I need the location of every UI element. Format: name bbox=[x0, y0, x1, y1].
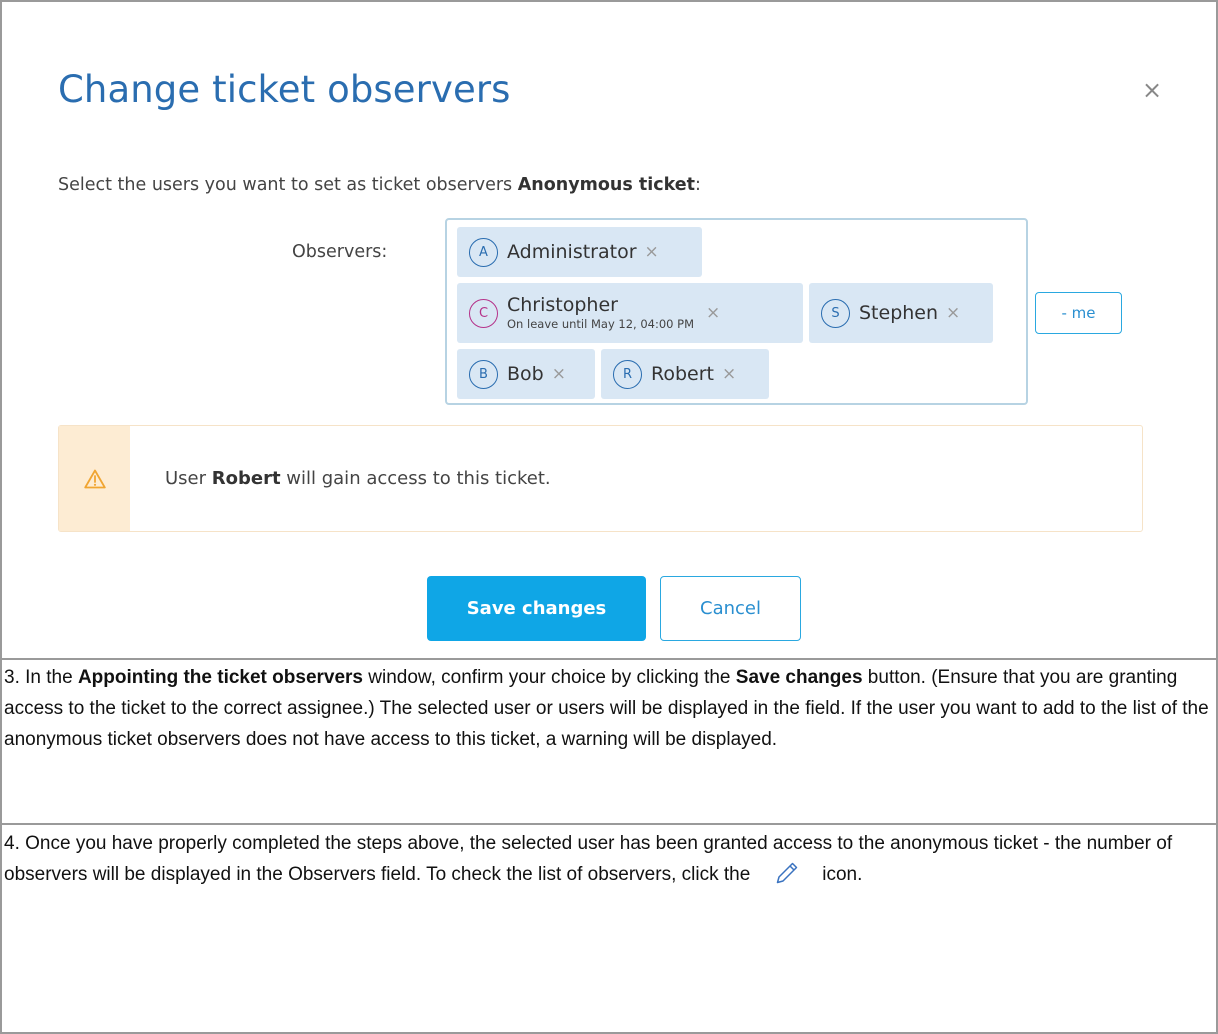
divider bbox=[0, 823, 1218, 825]
warning-user: Robert bbox=[211, 468, 281, 489]
observer-details: Christopher On leave until May 12, 04:00… bbox=[507, 294, 695, 331]
step4-part: 4. Once you have properly completed the … bbox=[4, 833, 1173, 885]
access-warning-alert: User Robert will gain access to this tic… bbox=[58, 425, 1143, 532]
step4-part: icon. bbox=[822, 864, 863, 885]
change-observers-dialog: Change ticket observers × Select the use… bbox=[2, 2, 1216, 658]
avatar: A bbox=[469, 237, 498, 267]
remove-observer-icon[interactable]: × bbox=[706, 303, 720, 323]
avatar: B bbox=[469, 359, 498, 389]
avatar: S bbox=[821, 298, 850, 328]
avatar: C bbox=[469, 298, 498, 328]
observer-chip: S Stephen × bbox=[809, 283, 993, 343]
remove-observer-icon[interactable]: × bbox=[645, 242, 659, 262]
dialog-intro: Select the users you want to set as tick… bbox=[58, 175, 701, 195]
warning-icon bbox=[59, 426, 130, 531]
observer-name: Christopher bbox=[507, 294, 618, 316]
observer-name: Robert bbox=[651, 363, 714, 385]
warning-text: User Robert will gain access to this tic… bbox=[165, 468, 551, 489]
observer-name: Administrator bbox=[507, 241, 637, 263]
dialog-title: Change ticket observers bbox=[58, 68, 511, 111]
cancel-button[interactable]: Cancel bbox=[660, 576, 801, 641]
step3-part: window, confirm your choice by clicking … bbox=[363, 667, 736, 688]
remove-me-button[interactable]: - me bbox=[1035, 292, 1122, 334]
observers-field[interactable]: A Administrator × C Christopher On leave… bbox=[445, 218, 1028, 405]
step-3-text: 3. In the Appointing the ticket observer… bbox=[4, 660, 1216, 822]
intro-suffix: : bbox=[695, 175, 701, 195]
avatar: R bbox=[613, 359, 642, 389]
save-changes-button[interactable]: Save changes bbox=[427, 576, 646, 641]
observer-status: On leave until May 12, 04:00 PM bbox=[507, 316, 695, 331]
remove-observer-icon[interactable]: × bbox=[722, 364, 736, 384]
warning-prefix: User bbox=[165, 468, 212, 489]
observer-chip: A Administrator × bbox=[457, 227, 702, 277]
remove-observer-icon[interactable]: × bbox=[946, 303, 960, 323]
step3-part: 3. In the bbox=[4, 667, 78, 688]
observer-name: Stephen bbox=[859, 302, 939, 324]
observer-chip: B Bob × bbox=[457, 349, 595, 399]
step-4-text: 4. Once you have properly completed the … bbox=[4, 826, 1216, 1032]
ticket-name: Anonymous ticket bbox=[517, 175, 695, 195]
observers-label: Observers: bbox=[292, 242, 388, 262]
intro-text: Select the users you want to set as tick… bbox=[58, 175, 518, 195]
remove-observer-icon[interactable]: × bbox=[552, 364, 566, 384]
step3-window-name: Appointing the ticket observers bbox=[77, 667, 363, 688]
observer-name: Bob bbox=[507, 363, 544, 385]
pencil-icon bbox=[774, 860, 800, 896]
close-icon[interactable]: × bbox=[1142, 78, 1162, 102]
observer-chip: R Robert × bbox=[601, 349, 769, 399]
observer-chip: C Christopher On leave until May 12, 04:… bbox=[457, 283, 803, 343]
step3-button-name: Save changes bbox=[735, 667, 863, 688]
warning-suffix: will gain access to this ticket. bbox=[280, 468, 551, 489]
